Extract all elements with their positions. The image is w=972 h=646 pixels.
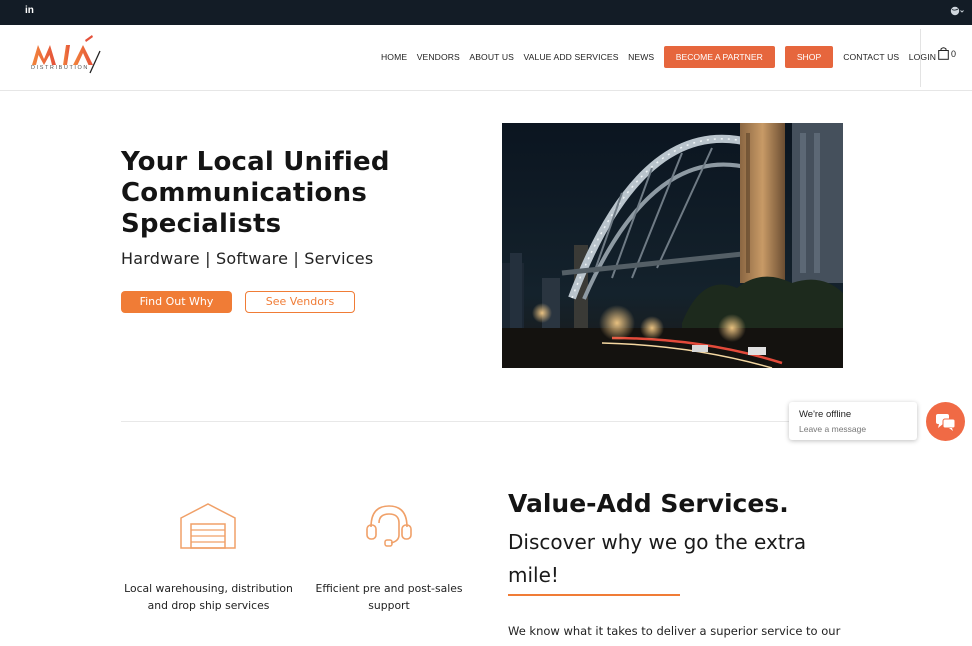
value-add-title: Value-Add Services.	[508, 489, 789, 518]
section-divider	[121, 421, 841, 422]
chat-status: We're offline	[799, 409, 852, 420]
value-add-body: We know what it takes to deliver a super…	[508, 624, 841, 638]
top-bar: in	[0, 0, 972, 25]
nav-news[interactable]: NEWS	[628, 52, 654, 62]
chat-bubbles-icon	[936, 414, 956, 431]
nav-home[interactable]: HOME	[381, 52, 407, 62]
nav-about-us[interactable]: ABOUT US	[469, 52, 514, 62]
accent-underline	[508, 594, 680, 596]
harbour-bridge-image	[502, 123, 843, 368]
nav-value-add-services[interactable]: VALUE ADD SERVICES	[523, 52, 618, 62]
nav-login[interactable]: LOGIN	[909, 52, 936, 62]
nav-vendors[interactable]: VENDORS	[417, 52, 460, 62]
linkedin-icon[interactable]: in	[25, 5, 34, 16]
headset-icon	[366, 505, 412, 547]
chat-status-card[interactable]: We're offline Leave a message	[789, 402, 917, 440]
hero-subtitle: Hardware | Software | Services	[121, 249, 374, 268]
shopping-bag-icon	[938, 47, 949, 60]
become-partner-button[interactable]: BECOME A PARTNER	[663, 46, 775, 68]
nav-contact-us[interactable]: CONTACT US	[843, 52, 899, 62]
cart-button[interactable]: 0	[938, 47, 956, 60]
value-add-subtitle: Discover why we go the extra mile!	[508, 530, 807, 587]
logo-tagline: DISTRIBUTION	[31, 65, 90, 71]
find-out-why-button[interactable]: Find Out Why	[121, 291, 232, 313]
feature-warehousing-text: Local warehousing, distribution and drop…	[124, 582, 293, 612]
shop-button[interactable]: SHOP	[784, 46, 834, 68]
cart-count: 0	[951, 48, 957, 59]
hero-title: Your Local Unified Communications Specia…	[121, 147, 390, 239]
chat-launcher-button[interactable]	[926, 402, 965, 441]
see-vendors-button[interactable]: See Vendors	[245, 291, 355, 313]
globe-icon[interactable]	[950, 5, 964, 17]
chat-prompt: Leave a message	[799, 424, 867, 434]
feature-support-text: Efficient pre and post-sales support	[315, 582, 463, 612]
warehouse-icon	[180, 503, 236, 549]
main-nav: HOME VENDORS ABOUT US VALUE ADD SERVICES…	[381, 46, 946, 68]
header-divider	[920, 29, 921, 87]
site-header: DISTRIBUTION HOME VENDORS ABOUT US VALUE…	[0, 25, 972, 91]
